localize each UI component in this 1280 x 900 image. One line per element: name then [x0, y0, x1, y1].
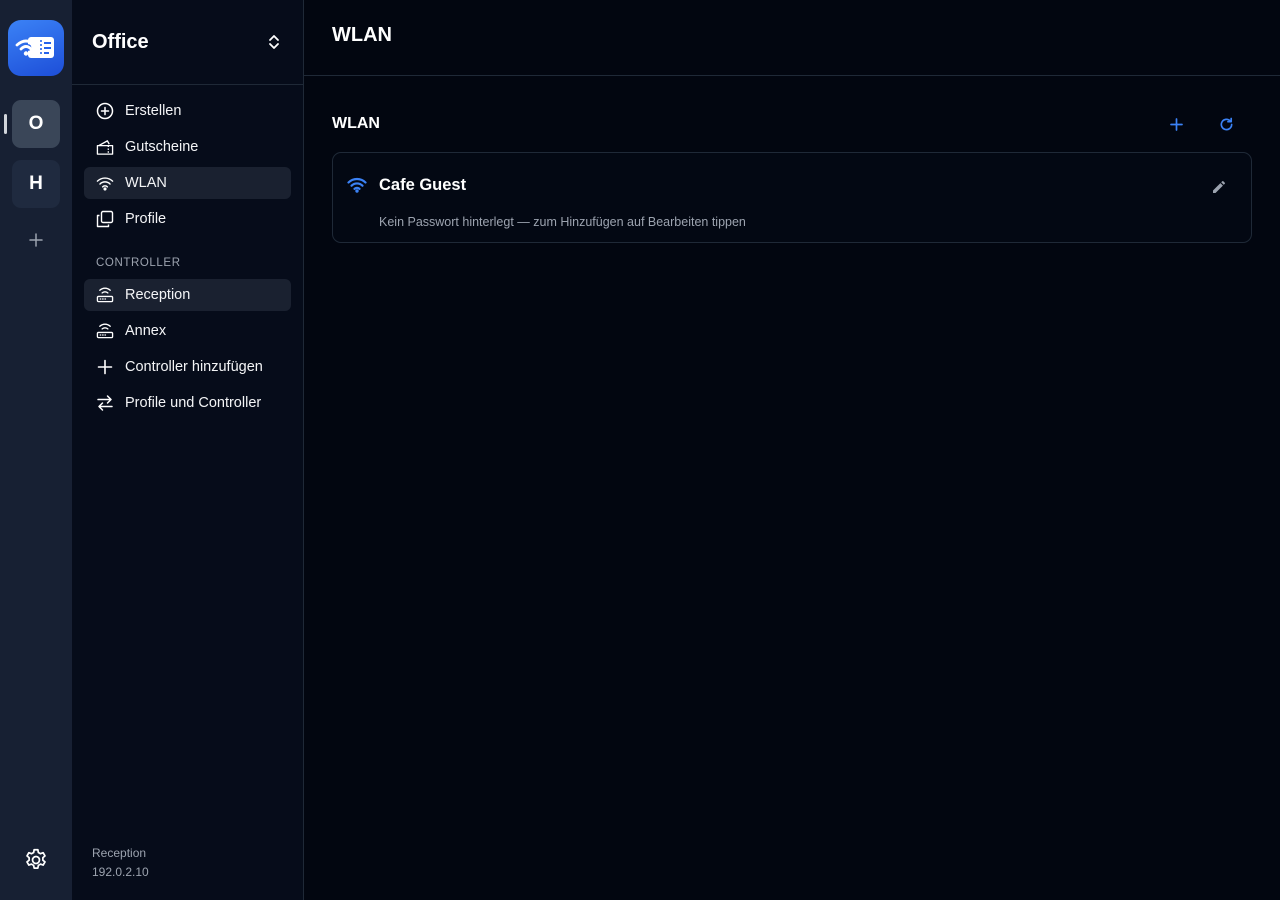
- wifi-ticket-icon: [15, 37, 54, 58]
- page-title: WLAN: [332, 24, 392, 46]
- gear-icon: [26, 848, 46, 869]
- plus-icon: [1169, 117, 1183, 131]
- sidebar-item-label: WLAN: [125, 175, 167, 191]
- controller-section-label: CONTROLLER: [96, 257, 181, 269]
- refresh-button[interactable]: [1214, 112, 1238, 136]
- section-actions: [1164, 112, 1238, 136]
- sidebar-item-label: Profile und Controller: [125, 395, 262, 411]
- sidebar-item-label: Erstellen: [125, 103, 182, 119]
- chevron-up-down-icon: [269, 35, 279, 49]
- sidebar-item-label: Controller hinzufügen: [125, 359, 263, 375]
- plus-icon: [97, 359, 113, 375]
- pencil-icon: [1213, 180, 1226, 193]
- active-controller-name: Reception: [92, 846, 147, 860]
- sidebar-item-reception[interactable]: Reception: [84, 279, 291, 311]
- main-content: WLAN WLAN Cafe Guest Kein Passwort hinte…: [304, 0, 1280, 900]
- workspace-initial: H: [29, 173, 43, 194]
- sidebar-item-annex[interactable]: Annex: [84, 315, 291, 347]
- edit-wlan-button[interactable]: [1207, 175, 1231, 199]
- workspace-switcher[interactable]: Office: [72, 0, 303, 85]
- sidebar-item-label: Profile: [125, 211, 167, 227]
- add-wlan-button[interactable]: [1164, 112, 1188, 136]
- sidebar-item-wlan[interactable]: WLAN: [84, 167, 291, 199]
- add-workspace-button[interactable]: [24, 228, 48, 252]
- sidebar: Office Erstellen Gutscheine WLAN Profile…: [72, 0, 304, 900]
- sidebar-item-label: Reception: [125, 287, 191, 303]
- plus-icon: [29, 233, 43, 247]
- refresh-icon: [1220, 117, 1232, 130]
- arrows-swap-icon: [97, 395, 113, 411]
- workspace-rail: O H: [0, 0, 72, 900]
- router-icon: [96, 287, 114, 303]
- sidebar-item-label: Gutscheine: [125, 139, 199, 155]
- wlan-name: Cafe Guest: [379, 176, 467, 194]
- workspace-initial: O: [28, 113, 44, 134]
- workspace-button-h[interactable]: H: [12, 160, 60, 208]
- wlan-card[interactable]: Cafe Guest Kein Passwort hinterlegt — zu…: [332, 152, 1252, 243]
- sidebar-item-erstellen[interactable]: Erstellen: [84, 95, 291, 127]
- sidebar-nav: Erstellen Gutscheine WLAN Profile CONTRO…: [72, 85, 303, 419]
- active-controller-info: Reception 192.0.2.10: [92, 844, 149, 882]
- wifi-icon: [347, 177, 367, 193]
- active-controller-ip: 192.0.2.10: [92, 865, 149, 879]
- wifi-icon: [96, 176, 114, 191]
- ticket-icon: [96, 139, 114, 155]
- wlan-password-hint: Kein Passwort hinterlegt — zum Hinzufüge…: [379, 215, 746, 229]
- sidebar-item-profiles-and-controllers[interactable]: Profile und Controller: [84, 387, 291, 419]
- sidebar-item-profile[interactable]: Profile: [84, 203, 291, 235]
- wlan-section-header: WLAN: [332, 112, 1252, 136]
- app-logo[interactable]: [8, 20, 64, 76]
- settings-button[interactable]: [20, 844, 52, 876]
- sidebar-item-gutscheine[interactable]: Gutscheine: [84, 131, 291, 163]
- workspace-name: Office: [92, 30, 149, 53]
- plus-circle-icon: [96, 102, 114, 120]
- router-icon: [96, 323, 114, 339]
- active-workspace-indicator: [4, 114, 7, 134]
- page-header: WLAN: [304, 0, 1280, 76]
- sidebar-item-add-controller[interactable]: Controller hinzufügen: [84, 351, 291, 383]
- section-title: WLAN: [332, 115, 380, 132]
- workspace-button-office[interactable]: O: [12, 100, 60, 148]
- sidebar-item-label: Annex: [125, 323, 167, 339]
- copy-icon: [96, 210, 114, 228]
